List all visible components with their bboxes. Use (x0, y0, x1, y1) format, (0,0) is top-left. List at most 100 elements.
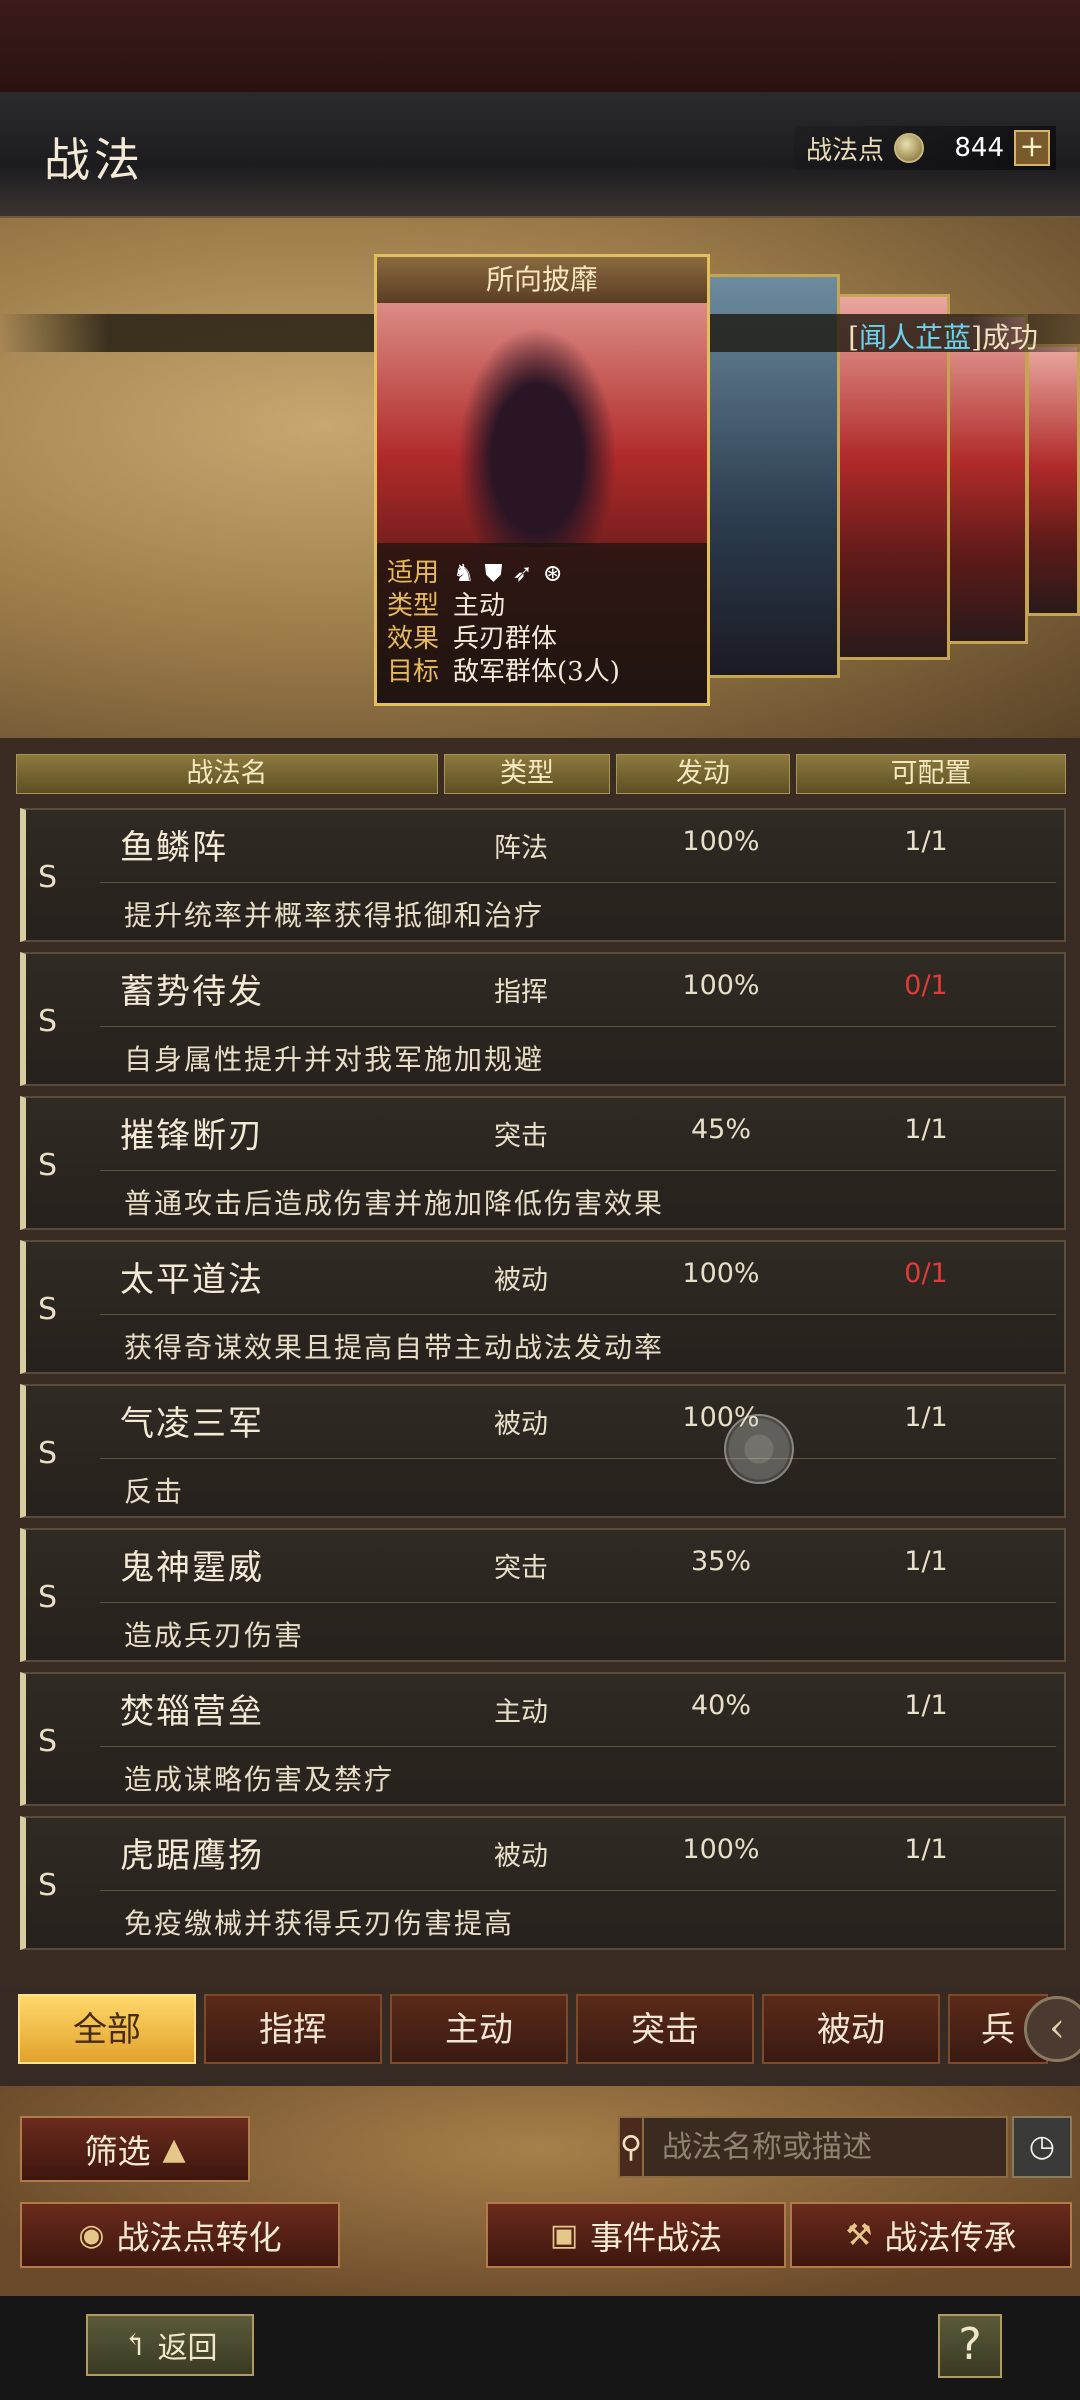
back-button[interactable]: ↰ 返回 (86, 2314, 254, 2376)
tactic-rate: 35% (690, 1546, 751, 1577)
tactic-rate: 100% (682, 1834, 760, 1865)
tactic-description: 造成谋略伤害及禁疗 (124, 1763, 395, 1796)
table-row[interactable]: S 虎踞鹰扬 被动 100% 1/1 免疫缴械并获得兵刃伤害提高 (20, 1816, 1066, 1950)
back-arrow-icon: ↰ (122, 2327, 148, 2363)
back-label: 返回 (157, 2331, 218, 2366)
tactic-config: 1/1 (904, 1834, 948, 1865)
tactic-rate: 40% (690, 1690, 751, 1721)
tactic-grade: S (38, 1580, 58, 1615)
inherit-label: 战法传承 (884, 2218, 1017, 2257)
info-key: 适用 (387, 558, 440, 588)
search-input[interactable] (643, 2118, 1041, 2176)
touch-indicator (724, 1414, 794, 1484)
bottom-controls: 筛选 ▲ ⚲ ◷ ◉ 战法点转化 ▣ 事件战法 ⚒ 战法传承 (0, 2086, 1080, 2296)
tab-all[interactable]: 全部 (18, 1994, 196, 2064)
tactic-config: 0/1 (904, 1258, 948, 1289)
tactic-description: 获得奇谋效果且提高自带主动战法发动率 (124, 1331, 665, 1364)
row-divider (100, 1602, 1056, 1603)
row-divider (100, 1890, 1056, 1891)
add-points-button[interactable]: + (1014, 130, 1050, 166)
clock-icon: ◷ (1028, 2129, 1056, 2164)
featured-banner: [闻人芷蓝]成功 所向披靡 适用 ♞ ⛊ ➶ ⊛ 类型 主动 效果 兵刃群体 目… (0, 218, 1080, 738)
shield-icon: ⛊ (484, 559, 503, 587)
coin-icon (894, 133, 924, 163)
convert-points-button[interactable]: ◉ 战法点转化 (20, 2202, 340, 2268)
tactic-rate: 100% (682, 1258, 760, 1289)
tactic-name: 气凌三军 (120, 1404, 264, 1444)
category-tab-bar: 全部 指挥 主动 突击 被动 兵 ‹ (0, 1986, 1080, 2086)
info-key: 目标 (387, 657, 440, 687)
table-row[interactable]: S 焚辎营垒 主动 40% 1/1 造成谋略伤害及禁疗 (20, 1672, 1066, 1806)
table-row[interactable]: S 鱼鳞阵 阵法 100% 1/1 提升统率并概率获得抵御和治疗 (20, 808, 1066, 942)
top-band (0, 0, 1080, 92)
tactic-grade: S (38, 860, 58, 895)
tab-passive[interactable]: 被动 (762, 1994, 940, 2064)
tactic-config: 1/1 (904, 1546, 948, 1577)
category-tabs: 全部 指挥 主动 突击 被动 兵 (18, 1994, 1048, 2064)
tactic-name: 焚辎营垒 (120, 1692, 264, 1732)
help-button[interactable]: ? (938, 2314, 1002, 2378)
tactic-name: 摧锋断刃 (120, 1116, 264, 1156)
wheel-icon: ⊛ (542, 559, 563, 587)
tab-active[interactable]: 主动 (390, 1994, 568, 2064)
points-label: 战法点 (805, 135, 884, 166)
points-value: 844 (954, 133, 1004, 163)
triangle-up-icon: ▲ (162, 2131, 186, 2167)
history-button[interactable]: ◷ (1012, 2116, 1072, 2178)
tactic-description: 造成兵刃伤害 (124, 1619, 305, 1652)
row-divider (100, 1458, 1056, 1459)
tactic-config: 1/1 (904, 826, 948, 857)
tactic-description: 普通攻击后造成伤害并施加降低伤害效果 (124, 1187, 665, 1220)
tactic-config: 0/1 (904, 970, 948, 1001)
scroll-icon: ▣ (549, 2217, 579, 2253)
tactic-name: 鬼神霆威 (120, 1548, 264, 1588)
tactic-type: 被动 (494, 1409, 548, 1440)
tab-assault[interactable]: 突击 (576, 1994, 754, 2064)
event-tactic-button[interactable]: ▣ 事件战法 (486, 2202, 786, 2268)
info-row-applicable: 适用 ♞ ⛊ ➶ ⊛ (387, 557, 697, 590)
table-row[interactable]: S 摧锋断刃 突击 45% 1/1 普通攻击后造成伤害并施加降低伤害效果 (20, 1096, 1066, 1230)
tactic-name: 蓄势待发 (120, 972, 264, 1012)
column-header-name[interactable]: 战法名 (16, 754, 438, 794)
tab-command[interactable]: 指挥 (204, 1994, 382, 2064)
info-row-target: 目标 敌军群体(3人) (387, 656, 697, 689)
column-header-rate[interactable]: 发动 (616, 754, 790, 794)
tactic-inherit-button[interactable]: ⚒ 战法传承 (790, 2202, 1072, 2268)
tactic-grade: S (38, 1148, 58, 1183)
filter-button[interactable]: 筛选 ▲ (20, 2116, 250, 2182)
tactic-description: 反击 (124, 1475, 185, 1508)
table-row[interactable]: S 蓄势待发 指挥 100% 0/1 自身属性提升并对我军施加规避 (20, 952, 1066, 1086)
tactic-table: 战法名 类型 发动 可配置 S 鱼鳞阵 阵法 100% 1/1 提升统率并概率获得抵御和治… (0, 738, 1080, 1988)
coin-swap-icon: ◉ (78, 2217, 105, 2253)
featured-tactic-card[interactable]: 所向披靡 适用 ♞ ⛊ ➶ ⊛ 类型 主动 效果 兵刃群体 目标 敌军群体(3人… (374, 254, 710, 706)
footer-bar: ↰ 返回 ? (0, 2296, 1080, 2400)
info-value: 敌军群体(3人) (453, 657, 620, 687)
tactic-rate: 100% (682, 970, 760, 1001)
filter-label: 筛选 (84, 2132, 151, 2171)
tactic-card[interactable] (1026, 344, 1080, 616)
tactic-type: 突击 (494, 1553, 548, 1584)
table-row[interactable]: S 气凌三军 被动 100% 1/1 反击 (20, 1384, 1066, 1518)
row-divider (100, 1746, 1056, 1747)
tactic-card[interactable] (944, 314, 1028, 644)
table-row[interactable]: S 鬼神霆威 突击 35% 1/1 造成兵刃伤害 (20, 1528, 1066, 1662)
table-header: 战法名 类型 发动 可配置 (16, 754, 1066, 794)
tactic-description: 免疫缴械并获得兵刃伤害提高 (124, 1907, 515, 1940)
info-key: 效果 (387, 624, 440, 654)
tactic-type: 阵法 (494, 833, 548, 864)
tactic-name: 鱼鳞阵 (120, 828, 228, 868)
info-key: 类型 (387, 591, 440, 621)
tactic-config: 1/1 (904, 1402, 948, 1433)
notice-text: [闻人芷蓝]成功 (848, 316, 1038, 356)
header-bar: 战法 战法点 844 + (0, 92, 1080, 218)
notice-player-name: 闻人芷蓝 (859, 321, 972, 354)
convert-label: 战法点转化 (116, 2218, 282, 2257)
tactic-name: 太平道法 (120, 1260, 264, 1300)
hammer-icon: ⚒ (845, 2217, 873, 2253)
search-icon[interactable]: ⚲ (620, 2118, 644, 2176)
info-value: 主动 (453, 591, 506, 621)
table-row[interactable]: S 太平道法 被动 100% 0/1 获得奇谋效果且提高自带主动战法发动率 (20, 1240, 1066, 1374)
tactic-points: 战法点 844 + (793, 126, 1056, 170)
column-header-config[interactable]: 可配置 (796, 754, 1066, 794)
column-header-type[interactable]: 类型 (444, 754, 610, 794)
